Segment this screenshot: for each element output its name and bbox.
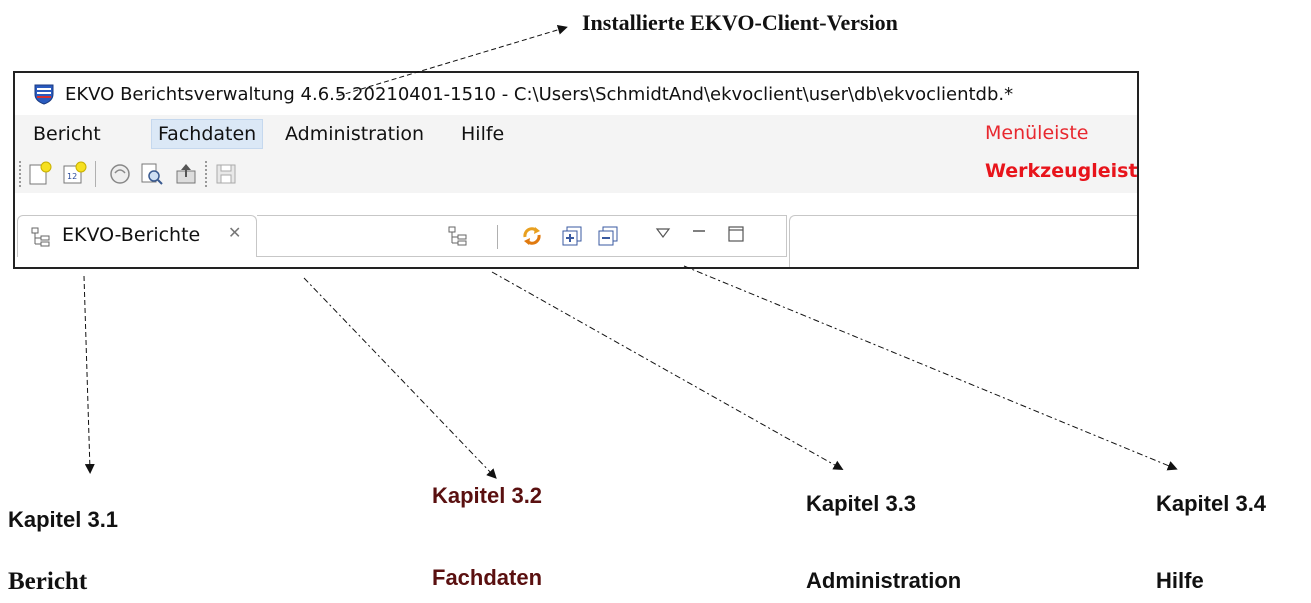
chapter-3-3-name: Administration (806, 568, 962, 593)
chapter-3-1-name: Bericht (8, 568, 88, 595)
arrow-chapter-3-3 (491, 271, 844, 470)
arrow-chapter-3-4 (683, 265, 1178, 471)
chapter-3-2-name: Fachdaten (432, 565, 543, 590)
annotation-arrows (83, 24, 1178, 479)
chapter-3-1-label: Kapitel 3.1 (8, 507, 119, 532)
arrow-version (337, 24, 568, 97)
chapter-3-3-label: Kapitel 3.3 (806, 491, 917, 516)
chapter-3-4-name: Hilfe (1156, 568, 1204, 593)
chapter-3-2-label: Kapitel 3.2 (432, 483, 543, 508)
chapter-3-4-label: Kapitel 3.4 (1156, 491, 1267, 516)
arrow-chapter-3-1 (83, 275, 95, 474)
arrow-chapter-3-2 (303, 277, 497, 479)
